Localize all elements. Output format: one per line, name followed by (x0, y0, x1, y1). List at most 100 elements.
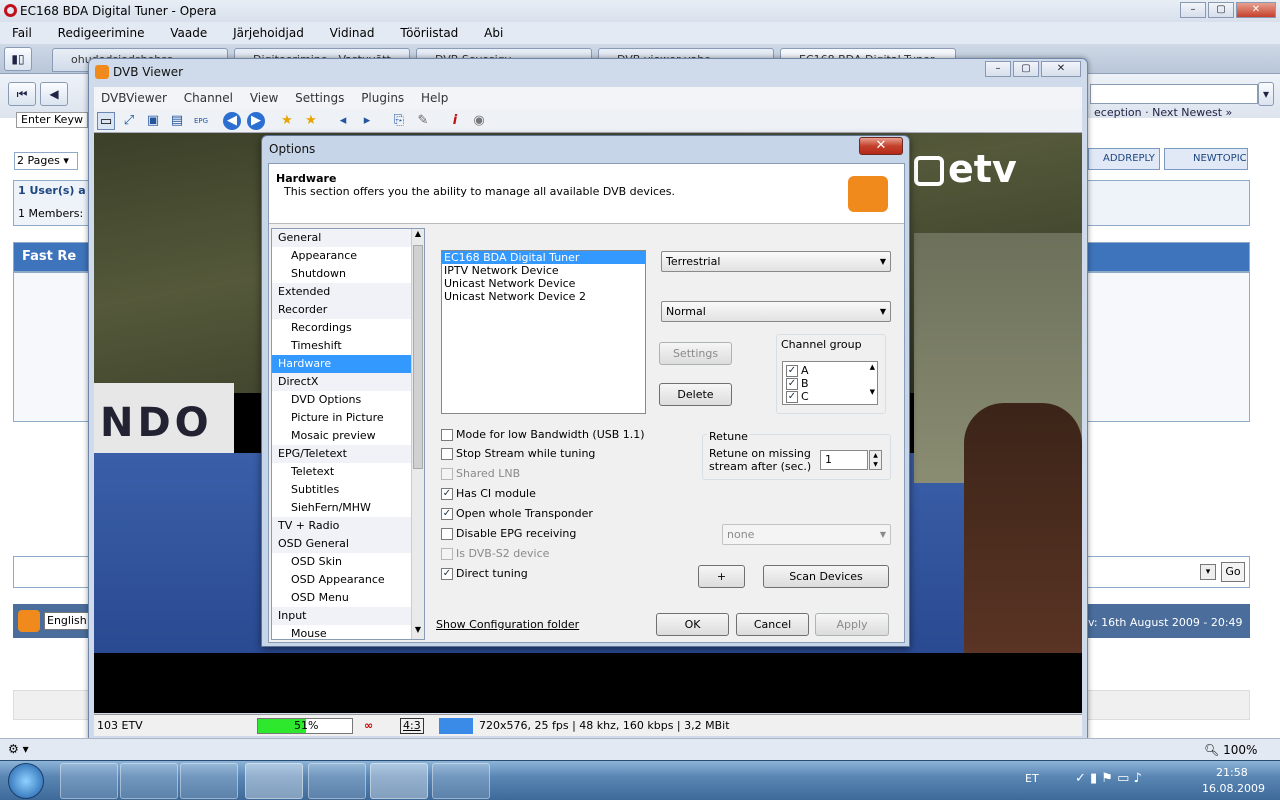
channel-group-a[interactable]: ✓ A (786, 364, 809, 378)
tree-item-osd-appearance[interactable]: OSD Appearance (272, 571, 424, 589)
pages-dropdown[interactable]: 2 Pages ▾ (14, 152, 78, 170)
menu-widgets[interactable]: Vidinad (330, 26, 375, 40)
clock-time[interactable]: 21:58 (1216, 766, 1248, 779)
dvb-menu-channel[interactable]: Channel (184, 91, 233, 105)
apply-button[interactable]: Apply (815, 613, 889, 636)
addreply-button[interactable]: ADDREPLY (1088, 148, 1160, 170)
tree-item-osd-menu[interactable]: OSD Menu (272, 589, 424, 607)
close-button[interactable]: ✕ (1236, 2, 1276, 18)
delete-button[interactable]: Delete (659, 383, 732, 406)
next-channel-icon[interactable]: ▶ (247, 112, 265, 130)
tree-item-mosaic-preview[interactable]: Mosaic preview (272, 427, 424, 445)
opera-active-taskbar-icon[interactable] (370, 763, 428, 799)
device-mode-select[interactable]: Normal ▼ (661, 301, 891, 322)
back-button[interactable]: ◀ (40, 82, 68, 106)
newtopic-button[interactable]: NEWTOPIC (1164, 148, 1248, 170)
tree-item-dvd-options[interactable]: DVD Options (272, 391, 424, 409)
device-item[interactable]: Unicast Network Device (442, 277, 645, 290)
window-mode-icon[interactable]: ▭ (97, 112, 115, 130)
ie-taskbar-icon[interactable] (60, 763, 118, 799)
tree-scroll-down[interactable]: ▼ (412, 625, 424, 639)
whole-transponder-checkbox[interactable]: ✓ Open whole Transponder (441, 507, 593, 521)
menu-file[interactable]: Fail (12, 26, 32, 40)
retune-input[interactable]: 1 (820, 450, 868, 470)
osd-icon[interactable]: ▤ (168, 112, 186, 130)
minimize-button[interactable]: – (1180, 2, 1206, 18)
volume-down-icon[interactable]: ◂ (334, 112, 352, 130)
favorite-icon[interactable]: ★ (278, 112, 296, 130)
start-button-icon[interactable] (8, 763, 44, 799)
prev-channel-icon[interactable]: ◀ (223, 112, 241, 130)
ci-module-checkbox[interactable]: ✓ Has CI module (441, 487, 536, 501)
options-close-button[interactable]: ✕ (859, 137, 903, 155)
explorer-taskbar-icon[interactable] (120, 763, 178, 799)
panel-toggle-button[interactable]: ▮▯ (4, 47, 32, 71)
opera-taskbar-icon[interactable] (308, 763, 366, 799)
ok-button[interactable]: OK (656, 613, 729, 636)
tray-icons[interactable]: ✓ ▮ ⚑ ▭ ♪ (1075, 771, 1142, 786)
tree-item-osd-general[interactable]: OSD General (272, 535, 424, 553)
go-button[interactable]: Go (1221, 562, 1245, 582)
menu-view[interactable]: Vaade (170, 26, 207, 40)
tree-item-epg-teletext[interactable]: EPG/Teletext (272, 445, 424, 463)
menu-bookmarks[interactable]: Järjehoidjad (233, 26, 304, 40)
tree-item-hardware[interactable]: Hardware (272, 355, 424, 373)
tree-item-general[interactable]: General (272, 229, 424, 247)
channel-group-list[interactable]: ✓ A ✓ B ✓ C ▲ ▼ (782, 361, 878, 405)
dvb-menu-dvbviewer[interactable]: DVBViewer (101, 91, 167, 105)
tree-item-recordings[interactable]: Recordings (272, 319, 424, 337)
record-status-icon[interactable]: ∞ (364, 715, 373, 737)
language-select[interactable]: English (44, 612, 90, 630)
tree-item-timeshift[interactable]: Timeshift (272, 337, 424, 355)
retune-spinner[interactable]: ▲ ▼ (869, 450, 882, 470)
epg-icon[interactable]: EPG (192, 112, 210, 130)
tree-scroll-thumb[interactable] (413, 245, 423, 469)
reception-link[interactable]: eception · Next Newest » (1094, 106, 1232, 119)
tree-item-siehfern-mhw[interactable]: SiehFern/MHW (272, 499, 424, 517)
back-start-button[interactable]: ⏮ (8, 82, 36, 106)
epg-select[interactable]: none ▼ (722, 524, 891, 545)
device-item[interactable]: IPTV Network Device (442, 264, 645, 277)
device-type-select[interactable]: Terrestrial ▼ (661, 251, 891, 272)
maximize-button[interactable]: ▢ (1208, 2, 1234, 18)
snapshot-icon[interactable]: ⎘ (390, 112, 408, 130)
options-icon[interactable]: ✎ (414, 112, 432, 130)
fullscreen-icon[interactable]: ⤢ (120, 112, 138, 130)
rss-icon[interactable] (18, 610, 40, 632)
config-folder-link[interactable]: Show Configuration folder (436, 618, 579, 631)
tree-item-input[interactable]: Input (272, 607, 424, 625)
tree-item-mouse[interactable]: Mouse (272, 625, 424, 639)
dvb-menu-help[interactable]: Help (421, 91, 448, 105)
low-bandwidth-checkbox[interactable]: Mode for low Bandwidth (USB 1.1) (441, 428, 645, 442)
tree-scrollbar[interactable]: ▲ ▼ (411, 229, 424, 639)
record-icon[interactable]: ◉ (470, 112, 488, 130)
info-icon[interactable]: i (446, 112, 464, 130)
tree-item-directx[interactable]: DirectX (272, 373, 424, 391)
device-item[interactable]: EC168 BDA Digital Tuner (442, 251, 645, 264)
tree-item-recorder[interactable]: Recorder (272, 301, 424, 319)
shared-lnb-checkbox[interactable]: Shared LNB (441, 467, 520, 481)
dvb-menu-view[interactable]: View (250, 91, 278, 105)
search-input[interactable]: Enter Keyw (16, 112, 88, 128)
cancel-button[interactable]: Cancel (736, 613, 809, 636)
search-field[interactable] (1090, 84, 1258, 104)
clock-date[interactable]: 16.08.2009 (1202, 782, 1265, 795)
language-indicator[interactable]: ET (1025, 772, 1039, 785)
nav-dropdown-button[interactable]: ▾ (1258, 82, 1274, 106)
tree-item-tv-radio[interactable]: TV + Radio (272, 517, 424, 535)
disable-epg-checkbox[interactable]: Disable EPG receiving (441, 527, 576, 541)
channel-group-c[interactable]: ✓ C (786, 390, 809, 404)
scan-devices-button[interactable]: Scan Devices (763, 565, 889, 588)
device-item[interactable]: Unicast Network Device 2 (442, 290, 645, 303)
tree-item-teletext[interactable]: Teletext (272, 463, 424, 481)
tree-item-shutdown[interactable]: Shutdown (272, 265, 424, 283)
dvb-s2-checkbox[interactable]: Is DVB-S2 device (441, 547, 549, 561)
volume-up-icon[interactable]: ▸ (358, 112, 376, 130)
zoom-level[interactable]: 🔍︎ 100% (1204, 743, 1257, 757)
channel-group-b[interactable]: ✓ B (786, 377, 809, 391)
menu-tools[interactable]: Tööriistad (400, 26, 458, 40)
tree-scroll-up[interactable]: ▲ (412, 229, 424, 243)
aspect-ratio[interactable]: 4:3 (400, 718, 424, 734)
tree-item-subtitles[interactable]: Subtitles (272, 481, 424, 499)
panel-settings-icon[interactable]: ⚙ ▾ (8, 742, 29, 756)
